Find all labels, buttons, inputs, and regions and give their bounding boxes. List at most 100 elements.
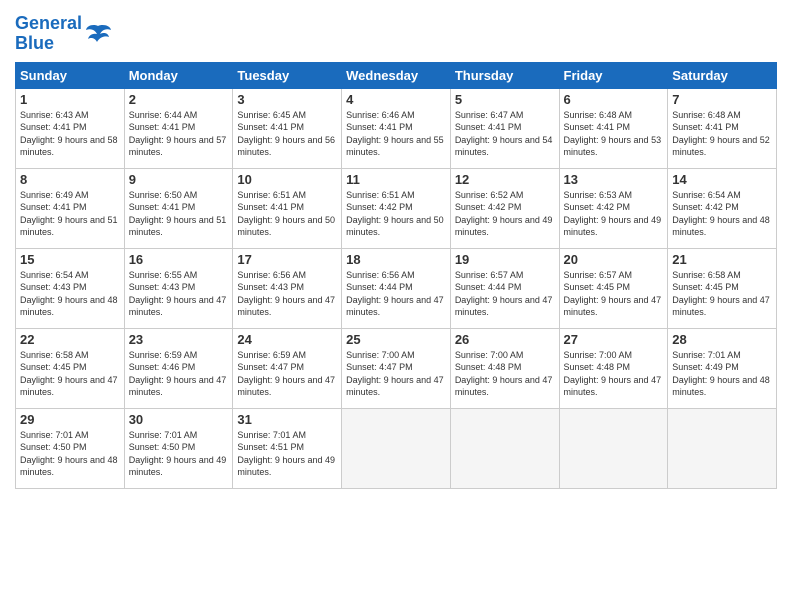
day-info: Sunrise: 6:51 AMSunset: 4:42 PMDaylight:…: [346, 189, 446, 239]
day-number: 24: [237, 332, 337, 347]
calendar-cell: 7 Sunrise: 6:48 AMSunset: 4:41 PMDaylight…: [668, 88, 777, 168]
calendar-cell: 15 Sunrise: 6:54 AMSunset: 4:43 PMDayligh…: [16, 248, 125, 328]
day-number: 23: [129, 332, 229, 347]
day-info: Sunrise: 6:46 AMSunset: 4:41 PMDaylight:…: [346, 109, 446, 159]
calendar-cell: 8 Sunrise: 6:49 AMSunset: 4:41 PMDaylight…: [16, 168, 125, 248]
calendar-cell: 14 Sunrise: 6:54 AMSunset: 4:42 PMDayligh…: [668, 168, 777, 248]
day-number: 22: [20, 332, 120, 347]
header-tuesday: Tuesday: [233, 62, 342, 88]
day-number: 12: [455, 172, 555, 187]
calendar-cell: 16 Sunrise: 6:55 AMSunset: 4:43 PMDayligh…: [124, 248, 233, 328]
calendar-cell: 2Sunrise: 6:44 AMSunset: 4:41 PMDaylight…: [124, 88, 233, 168]
day-number: 15: [20, 252, 120, 267]
week-row-3: 22Sunrise: 6:58 AMSunset: 4:45 PMDayligh…: [16, 328, 777, 408]
day-number: 7: [672, 92, 772, 107]
calendar-cell: 4 Sunrise: 6:46 AMSunset: 4:41 PMDaylight…: [342, 88, 451, 168]
day-info: Sunrise: 6:59 AMSunset: 4:47 PMDaylight:…: [237, 349, 337, 399]
day-number: 3: [237, 92, 337, 107]
day-info: Sunrise: 7:00 AMSunset: 4:48 PMDaylight:…: [564, 349, 664, 399]
calendar-cell: 3 Sunrise: 6:45 AMSunset: 4:41 PMDaylight…: [233, 88, 342, 168]
calendar-cell: 22Sunrise: 6:58 AMSunset: 4:45 PMDayligh…: [16, 328, 125, 408]
day-info: Sunrise: 6:48 AMSunset: 4:41 PMDaylight:…: [672, 109, 772, 159]
day-info: Sunrise: 6:57 AMSunset: 4:44 PMDaylight:…: [455, 269, 555, 319]
day-number: 4: [346, 92, 446, 107]
day-number: 25: [346, 332, 446, 347]
logo-text: General: [15, 14, 82, 34]
logo: General Blue: [15, 14, 112, 54]
day-number: 29: [20, 412, 120, 427]
day-number: 9: [129, 172, 229, 187]
day-info: Sunrise: 6:56 AMSunset: 4:44 PMDaylight:…: [346, 269, 446, 319]
calendar-cell: 9 Sunrise: 6:50 AMSunset: 4:41 PMDaylight…: [124, 168, 233, 248]
day-info: Sunrise: 6:54 AMSunset: 4:42 PMDaylight:…: [672, 189, 772, 239]
day-number: 30: [129, 412, 229, 427]
day-info: Sunrise: 6:54 AMSunset: 4:43 PMDaylight:…: [20, 269, 120, 319]
day-info: Sunrise: 6:47 AMSunset: 4:41 PMDaylight:…: [455, 109, 555, 159]
day-info: Sunrise: 6:51 AMSunset: 4:41 PMDaylight:…: [237, 189, 337, 239]
day-number: 19: [455, 252, 555, 267]
day-number: 21: [672, 252, 772, 267]
page-header: General Blue: [15, 10, 777, 54]
calendar-cell: 1Sunrise: 6:43 AMSunset: 4:41 PMDaylight…: [16, 88, 125, 168]
day-info: Sunrise: 7:00 AMSunset: 4:48 PMDaylight:…: [455, 349, 555, 399]
logo-bird-icon: [84, 22, 112, 46]
header-sunday: Sunday: [16, 62, 125, 88]
day-info: Sunrise: 7:01 AMSunset: 4:50 PMDaylight:…: [129, 429, 229, 479]
day-number: 31: [237, 412, 337, 427]
day-info: Sunrise: 6:53 AMSunset: 4:42 PMDaylight:…: [564, 189, 664, 239]
calendar-cell: 30 Sunrise: 7:01 AMSunset: 4:50 PMDayligh…: [124, 408, 233, 488]
calendar-cell: 25 Sunrise: 7:00 AMSunset: 4:47 PMDayligh…: [342, 328, 451, 408]
calendar-cell: [450, 408, 559, 488]
day-info: Sunrise: 7:01 AMSunset: 4:50 PMDaylight:…: [20, 429, 120, 479]
calendar-cell: 11Sunrise: 6:51 AMSunset: 4:42 PMDayligh…: [342, 168, 451, 248]
week-row-1: 8 Sunrise: 6:49 AMSunset: 4:41 PMDaylight…: [16, 168, 777, 248]
header-friday: Friday: [559, 62, 668, 88]
header-thursday: Thursday: [450, 62, 559, 88]
day-info: Sunrise: 7:01 AMSunset: 4:49 PMDaylight:…: [672, 349, 772, 399]
calendar-cell: [342, 408, 451, 488]
calendar-cell: 20 Sunrise: 6:57 AMSunset: 4:45 PMDayligh…: [559, 248, 668, 328]
day-number: 20: [564, 252, 664, 267]
page-container: General Blue SundayMondayTuesdayWednesda…: [0, 0, 792, 499]
day-number: 6: [564, 92, 664, 107]
day-info: Sunrise: 6:48 AMSunset: 4:41 PMDaylight:…: [564, 109, 664, 159]
calendar-cell: 28 Sunrise: 7:01 AMSunset: 4:49 PMDayligh…: [668, 328, 777, 408]
logo-text2: Blue: [15, 34, 82, 54]
day-number: 10: [237, 172, 337, 187]
week-row-2: 15 Sunrise: 6:54 AMSunset: 4:43 PMDayligh…: [16, 248, 777, 328]
day-info: Sunrise: 6:55 AMSunset: 4:43 PMDaylight:…: [129, 269, 229, 319]
day-number: 1: [20, 92, 120, 107]
calendar-cell: 31Sunrise: 7:01 AMSunset: 4:51 PMDayligh…: [233, 408, 342, 488]
day-info: Sunrise: 6:59 AMSunset: 4:46 PMDaylight:…: [129, 349, 229, 399]
calendar-cell: 21 Sunrise: 6:58 AMSunset: 4:45 PMDayligh…: [668, 248, 777, 328]
header-saturday: Saturday: [668, 62, 777, 88]
day-number: 8: [20, 172, 120, 187]
day-info: Sunrise: 6:49 AMSunset: 4:41 PMDaylight:…: [20, 189, 120, 239]
day-number: 14: [672, 172, 772, 187]
day-info: Sunrise: 6:45 AMSunset: 4:41 PMDaylight:…: [237, 109, 337, 159]
week-row-0: 1Sunrise: 6:43 AMSunset: 4:41 PMDaylight…: [16, 88, 777, 168]
calendar-cell: 23 Sunrise: 6:59 AMSunset: 4:46 PMDayligh…: [124, 328, 233, 408]
day-number: 28: [672, 332, 772, 347]
day-number: 13: [564, 172, 664, 187]
calendar-cell: 6 Sunrise: 6:48 AMSunset: 4:41 PMDaylight…: [559, 88, 668, 168]
day-number: 16: [129, 252, 229, 267]
day-number: 17: [237, 252, 337, 267]
calendar-cell: 12Sunrise: 6:52 AMSunset: 4:42 PMDayligh…: [450, 168, 559, 248]
day-info: Sunrise: 6:44 AMSunset: 4:41 PMDaylight:…: [129, 109, 229, 159]
day-info: Sunrise: 7:00 AMSunset: 4:47 PMDaylight:…: [346, 349, 446, 399]
day-info: Sunrise: 6:50 AMSunset: 4:41 PMDaylight:…: [129, 189, 229, 239]
header-monday: Monday: [124, 62, 233, 88]
calendar-cell: 19 Sunrise: 6:57 AMSunset: 4:44 PMDayligh…: [450, 248, 559, 328]
calendar-cell: 18 Sunrise: 6:56 AMSunset: 4:44 PMDayligh…: [342, 248, 451, 328]
calendar-cell: [668, 408, 777, 488]
calendar-table: SundayMondayTuesdayWednesdayThursdayFrid…: [15, 62, 777, 489]
calendar-cell: 29 Sunrise: 7:01 AMSunset: 4:50 PMDayligh…: [16, 408, 125, 488]
calendar-cell: [559, 408, 668, 488]
day-info: Sunrise: 6:58 AMSunset: 4:45 PMDaylight:…: [672, 269, 772, 319]
day-info: Sunrise: 6:57 AMSunset: 4:45 PMDaylight:…: [564, 269, 664, 319]
calendar-cell: 26Sunrise: 7:00 AMSunset: 4:48 PMDayligh…: [450, 328, 559, 408]
day-number: 18: [346, 252, 446, 267]
calendar-cell: 5Sunrise: 6:47 AMSunset: 4:41 PMDaylight…: [450, 88, 559, 168]
calendar-cell: 13 Sunrise: 6:53 AMSunset: 4:42 PMDayligh…: [559, 168, 668, 248]
